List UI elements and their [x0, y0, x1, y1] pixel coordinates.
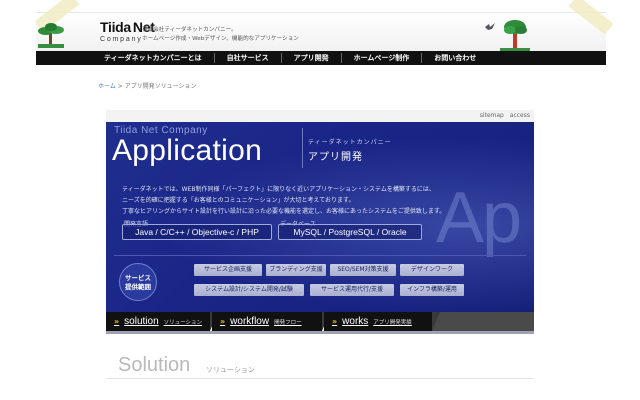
section-divider — [106, 378, 534, 379]
nav-item-app-development[interactable]: アプリ開発 — [280, 53, 341, 63]
chevron-right-icon: » — [220, 317, 226, 326]
breadcrumb-separator: > — [115, 83, 125, 90]
logo-word-1: Tiida — [100, 19, 131, 35]
tab-label: solution — [124, 316, 159, 327]
hero-divider — [302, 128, 303, 168]
tab-sublabel: アプリ開発実績 — [373, 319, 412, 326]
section-title-jp: ソリューション — [206, 366, 255, 374]
tab-label: workflow — [230, 316, 270, 327]
tab-label: works — [342, 316, 369, 327]
tagline-line-1: 有限会社ティーダネットカンパニー。 — [142, 27, 237, 33]
tab-bar-fill — [432, 312, 534, 331]
description-line: ニーズを的確に把握する「お客様とのコミュニケーション」が大切と考えております。 — [122, 197, 355, 204]
sitemap-link[interactable]: sitemap — [480, 112, 504, 119]
hero-utility-bar: sitemap access — [106, 110, 534, 122]
tab-workflow[interactable]: » workflow 開発フロー — [212, 312, 330, 331]
nav-item-services[interactable]: 自社サービス — [213, 53, 281, 63]
palm-tree-icon — [38, 23, 64, 48]
hero-subtitle-kana: ティーダネットカンパニー — [308, 139, 392, 146]
description-line: 丁寧なヒアリングからサイト設計を行い設計に沿った必要な機能を選定し、お客様にあっ… — [122, 208, 446, 215]
badge-line-1: サービス — [125, 274, 151, 282]
badge-line-2: 提供範囲 — [125, 283, 151, 291]
service-chip: サービス企画支援 — [194, 264, 262, 276]
header-tagline: 有限会社ティーダネットカンパニー。 ホームページ作成・Webデザイン、機能的なア… — [142, 26, 299, 44]
service-chip: システム設計/システム開発/試験 — [194, 284, 304, 296]
main-nav: ティーダネットカンパニーとは 自社サービス アプリ開発 ホームページ制作 お問い… — [36, 51, 606, 65]
hero-description: ティーダネットでは、WEB制作同様「パーフェクト」に限りなく近いアプリケーション… — [122, 184, 452, 217]
service-chip: サービス運用代行/支援 — [310, 284, 394, 296]
hero-subtitle: アプリ開発 — [308, 152, 363, 163]
hero-banner: Ap Tiida Net Company Application ティーダネット… — [106, 122, 534, 312]
section-title: Solution — [118, 354, 191, 376]
chevron-right-icon: » — [332, 317, 338, 326]
chevron-right-icon: » — [114, 317, 120, 326]
languages-pill: Java / C/C++ / Objective-c / PHP — [122, 224, 272, 240]
database-pill: MySQL / PostgreSQL / Oracle — [278, 224, 422, 240]
tab-sublabel: ソリューション — [163, 319, 203, 326]
logo-subtext: Company — [100, 36, 143, 43]
tab-solution[interactable]: » solution ソリューション — [106, 312, 218, 331]
breadcrumb-current: アプリ開発ソリューション — [124, 83, 197, 90]
hero-title: Application — [112, 134, 263, 167]
tab-underline — [106, 331, 534, 334]
service-chip: デザインワーク — [400, 264, 464, 276]
hero-separator — [114, 255, 526, 256]
service-chip: SEO/SEM対策支援 — [330, 264, 396, 276]
nav-item-web-production[interactable]: ホームページ制作 — [340, 53, 422, 63]
nav-item-contact[interactable]: お問い合わせ — [421, 53, 488, 63]
service-scope-badge: サービス 提供範囲 — [119, 263, 157, 301]
tab-works[interactable]: » works アプリ開発実績 — [324, 312, 440, 331]
description-line: ティーダネットでは、WEB制作同様「パーフェクト」に限りなく近いアプリケーション… — [122, 186, 435, 193]
access-link[interactable]: access — [510, 112, 530, 119]
tropical-tree-icon — [500, 20, 530, 54]
breadcrumb-home-link[interactable]: ホーム — [98, 83, 116, 90]
nav-item-about[interactable]: ティーダネットカンパニーとは — [98, 53, 214, 63]
tagline-line-2: ホームページ作成・Webデザイン、機能的なアプリケーション — [142, 36, 299, 42]
breadcrumb: ホーム > アプリ開発ソリューション — [98, 81, 197, 90]
bird-icon — [485, 23, 495, 30]
service-chip: インフラ構築/運用 — [400, 284, 464, 296]
tab-sublabel: 開発フロー — [274, 319, 302, 326]
service-chip: ブランディング支援 — [266, 264, 326, 276]
